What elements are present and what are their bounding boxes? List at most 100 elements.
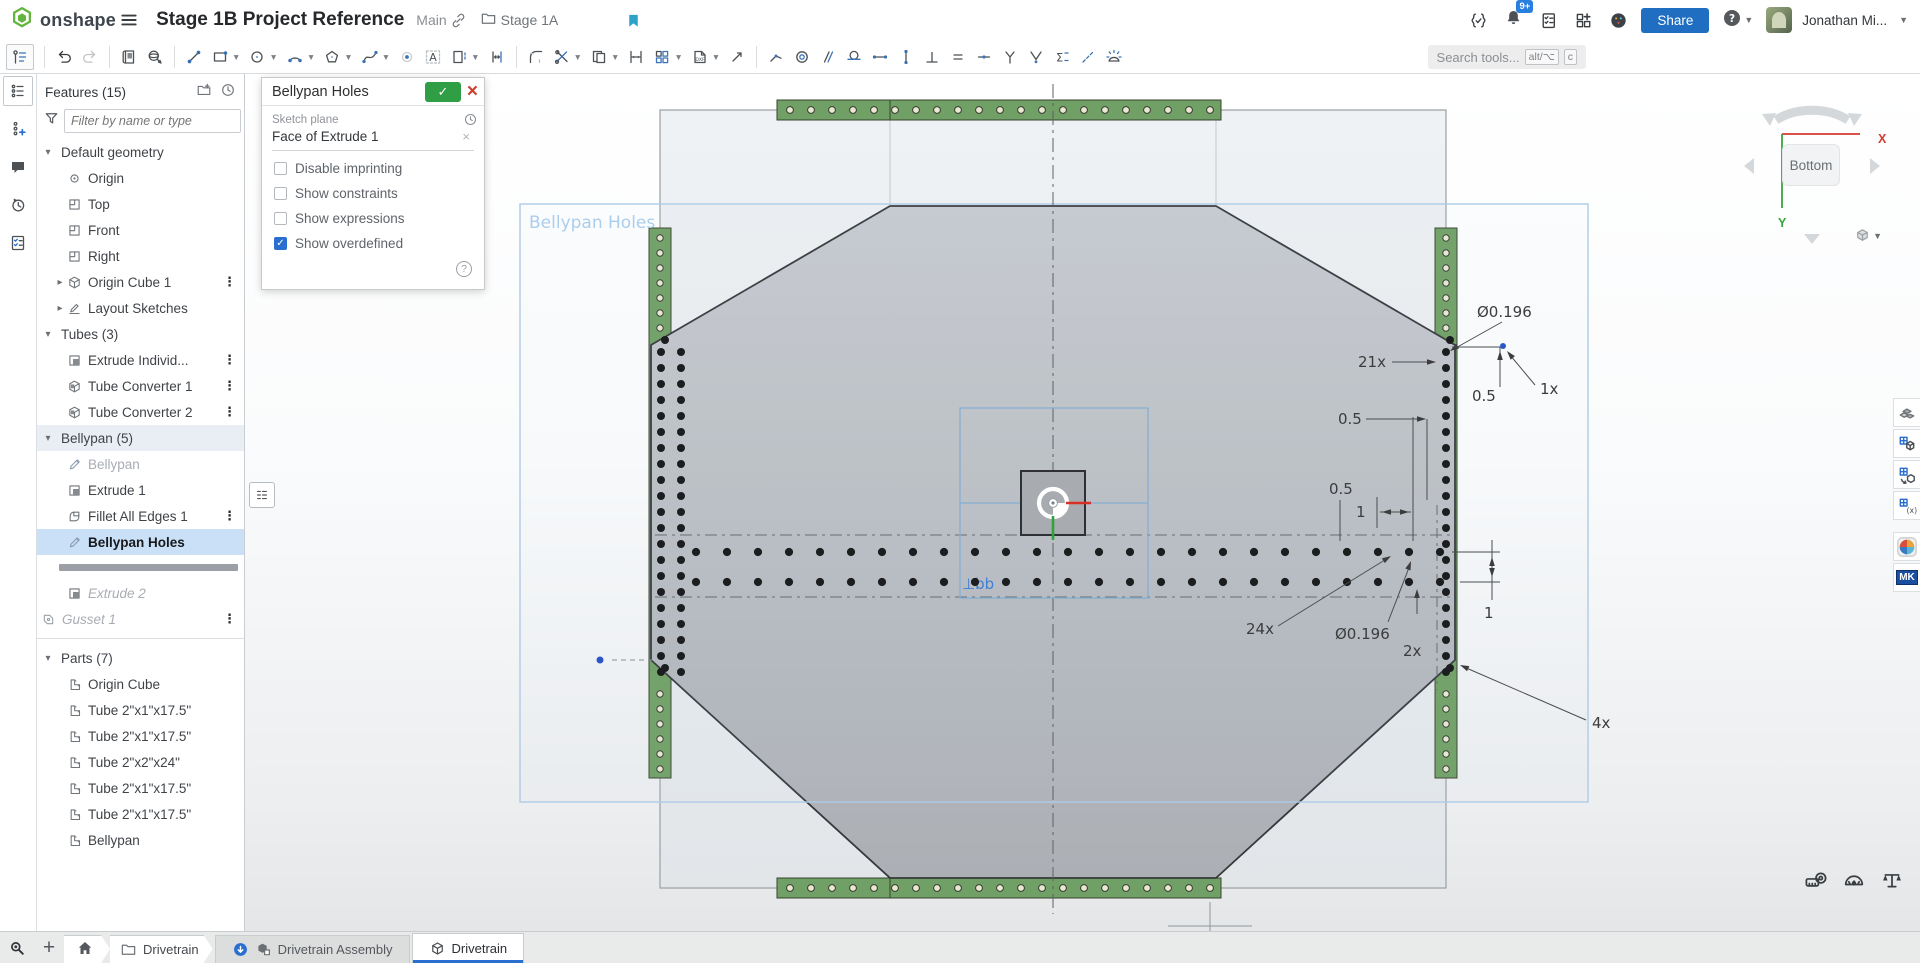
pinwheel-app-icon[interactable] bbox=[1893, 532, 1920, 561]
redo-icon[interactable] bbox=[77, 45, 103, 69]
parts-list-tool-icon[interactable] bbox=[1893, 398, 1920, 427]
featurescript-icon[interactable] bbox=[1466, 8, 1491, 33]
import-dxf-icon[interactable]: DXF▼ bbox=[687, 45, 724, 69]
tasks-icon[interactable] bbox=[1536, 8, 1561, 33]
dialog-titlebar[interactable]: Bellypan Holes ✓ × bbox=[262, 78, 484, 106]
user-menu-caret-icon[interactable]: ▼ bbox=[1899, 15, 1908, 25]
tree-item[interactable]: Bellypan bbox=[37, 451, 244, 477]
versions-list-icon[interactable] bbox=[3, 228, 33, 258]
view-options-cube-icon[interactable]: ▼ bbox=[1854, 227, 1882, 244]
perpendicular-constraint-icon[interactable] bbox=[919, 45, 945, 69]
grid-expression-tool-icon[interactable]: (x) bbox=[1893, 491, 1920, 520]
tree-caret-icon[interactable]: ▸ bbox=[53, 277, 67, 288]
branch-label[interactable]: Main bbox=[416, 12, 446, 28]
tree-item[interactable]: Origin bbox=[37, 165, 244, 191]
tree-item[interactable]: Tube 2"x1"x17.5" bbox=[37, 723, 244, 749]
solid-model-icon[interactable] bbox=[116, 45, 142, 69]
parallel-constraint-icon[interactable] bbox=[815, 45, 841, 69]
item-menu-dots-icon[interactable]: ⋮ bbox=[223, 378, 236, 394]
dialog-help-icon[interactable]: ? bbox=[456, 261, 472, 277]
document-title[interactable]: Stage 1B Project Reference bbox=[156, 9, 404, 31]
add-tab-button[interactable]: + bbox=[34, 932, 64, 963]
workspace-breadcrumb[interactable]: Stage 1A bbox=[480, 10, 559, 30]
user-name[interactable]: Jonathan Mi... bbox=[1802, 13, 1887, 28]
dialog-accept-button[interactable]: ✓ bbox=[425, 82, 461, 102]
checkbox-show-overdefined[interactable]: ✓Show overdefined bbox=[274, 236, 472, 251]
checkbox-show-expressions[interactable]: Show expressions bbox=[274, 211, 472, 226]
theme-palette-icon[interactable] bbox=[1606, 8, 1631, 33]
notifications-bell-icon[interactable]: 9+ bbox=[1501, 5, 1526, 35]
tree-section-parts-7-[interactable]: ▾Parts (7) bbox=[37, 645, 244, 671]
rollback-bar[interactable] bbox=[59, 564, 238, 571]
protractor-icon[interactable] bbox=[1842, 868, 1866, 897]
sketch-plane-value[interactable]: Face of Extrude 1 bbox=[272, 129, 462, 144]
tree-item[interactable]: Tube Converter 1⋮ bbox=[37, 373, 244, 399]
tree-caret-icon[interactable]: ▸ bbox=[53, 303, 67, 314]
checkbox-box[interactable] bbox=[274, 162, 287, 175]
search-tabs-icon[interactable] bbox=[0, 932, 34, 963]
checkbox-box[interactable] bbox=[274, 212, 287, 225]
help-icon[interactable]: ?▼ bbox=[1719, 5, 1756, 36]
add-feature-icon[interactable] bbox=[3, 114, 33, 144]
point-tool-icon[interactable] bbox=[394, 45, 420, 69]
tree-caret-icon[interactable]: ▾ bbox=[41, 147, 55, 158]
tree-caret-icon[interactable]: ▾ bbox=[41, 433, 55, 444]
item-menu-dots-icon[interactable]: ⋮ bbox=[223, 611, 236, 627]
comments-icon[interactable] bbox=[3, 152, 33, 182]
spline-tool-icon[interactable]: ▼ bbox=[357, 45, 394, 69]
grid-cube-tool-icon[interactable] bbox=[1893, 429, 1920, 458]
feature-list-toggle-icon[interactable] bbox=[249, 482, 275, 508]
home-tab[interactable] bbox=[64, 935, 110, 963]
item-menu-dots-icon[interactable]: ⋮ bbox=[223, 404, 236, 420]
tree-item[interactable]: Tube 2"x1"x17.5" bbox=[37, 697, 244, 723]
pattern-tool-icon[interactable]: ▼ bbox=[649, 45, 686, 69]
checkbox-box[interactable]: ✓ bbox=[274, 237, 287, 250]
search-tools-input[interactable]: Search tools... alt/⌥ c bbox=[1428, 45, 1586, 69]
move-tool-icon[interactable] bbox=[724, 45, 750, 69]
variable-icon[interactable]: Σ bbox=[1049, 45, 1075, 69]
tree-section-tubes-3-[interactable]: ▾Tubes (3) bbox=[37, 321, 244, 347]
item-menu-dots-icon[interactable]: ⋮ bbox=[223, 274, 236, 290]
onshape-logo[interactable]: onshape bbox=[10, 6, 116, 35]
fillet-tool-icon[interactable] bbox=[523, 45, 549, 69]
filter-funnel-icon[interactable] bbox=[43, 110, 60, 132]
show-constraints-icon[interactable] bbox=[1101, 45, 1127, 69]
scale-icon[interactable] bbox=[1880, 868, 1904, 897]
coincident-constraint-icon[interactable] bbox=[763, 45, 789, 69]
undo-icon[interactable] bbox=[51, 45, 77, 69]
tree-item[interactable]: Bellypan bbox=[37, 827, 244, 853]
rectangle-tool-icon[interactable]: ▼ bbox=[207, 45, 244, 69]
follow-flag-icon[interactable] bbox=[622, 9, 645, 32]
tree-item[interactable]: Extrude 1 bbox=[37, 477, 244, 503]
tree-item[interactable]: Extrude 2 bbox=[37, 580, 244, 606]
view-cube-face[interactable]: Bottom bbox=[1782, 144, 1840, 186]
construction-icon[interactable] bbox=[1075, 45, 1101, 69]
circle-tool-icon[interactable]: ▼ bbox=[244, 45, 281, 69]
document-tab-drivetrain[interactable]: Drivetrain bbox=[412, 933, 525, 963]
feature-history-icon[interactable] bbox=[220, 82, 236, 103]
sketch-feature-icon[interactable] bbox=[6, 44, 34, 70]
features-panel-icon[interactable] bbox=[3, 76, 33, 106]
tree-caret-icon[interactable]: ▾ bbox=[41, 653, 55, 664]
tree-section-bellypan-5-[interactable]: ▾Bellypan (5) bbox=[37, 425, 244, 451]
tape-measure-icon[interactable] bbox=[1804, 868, 1828, 897]
tree-item[interactable]: Tube 2"x1"x17.5" bbox=[37, 775, 244, 801]
equal-constraint-icon[interactable] bbox=[945, 45, 971, 69]
model-canvas[interactable]: Bellypan Holes⊥bbØ0.19621x0.51x0.50.5124… bbox=[245, 74, 1920, 931]
tree-item[interactable]: ▸Origin Cube 1⋮ bbox=[37, 269, 244, 295]
tree-item[interactable]: Tube 2"x1"x17.5" bbox=[37, 801, 244, 827]
tree-item[interactable]: Extrude Individ...⋮ bbox=[37, 347, 244, 373]
offset-tool-icon[interactable] bbox=[484, 45, 510, 69]
share-button[interactable]: Share bbox=[1641, 8, 1709, 33]
checkbox-show-constraints[interactable]: Show constraints bbox=[274, 186, 472, 201]
checkbox-disable-imprinting[interactable]: Disable imprinting bbox=[274, 161, 472, 176]
avatar[interactable] bbox=[1766, 7, 1792, 33]
midpoint-constraint-icon[interactable] bbox=[971, 45, 997, 69]
grid-rotate-tool-icon[interactable] bbox=[1893, 460, 1920, 489]
item-menu-dots-icon[interactable]: ⋮ bbox=[223, 508, 236, 524]
use-project-icon[interactable]: ▼ bbox=[446, 45, 483, 69]
polygon-tool-icon[interactable]: ▼ bbox=[319, 45, 356, 69]
surface-icon[interactable] bbox=[142, 45, 168, 69]
vertical-constraint-icon[interactable] bbox=[893, 45, 919, 69]
tree-item[interactable]: Tube 2"x2"x24" bbox=[37, 749, 244, 775]
